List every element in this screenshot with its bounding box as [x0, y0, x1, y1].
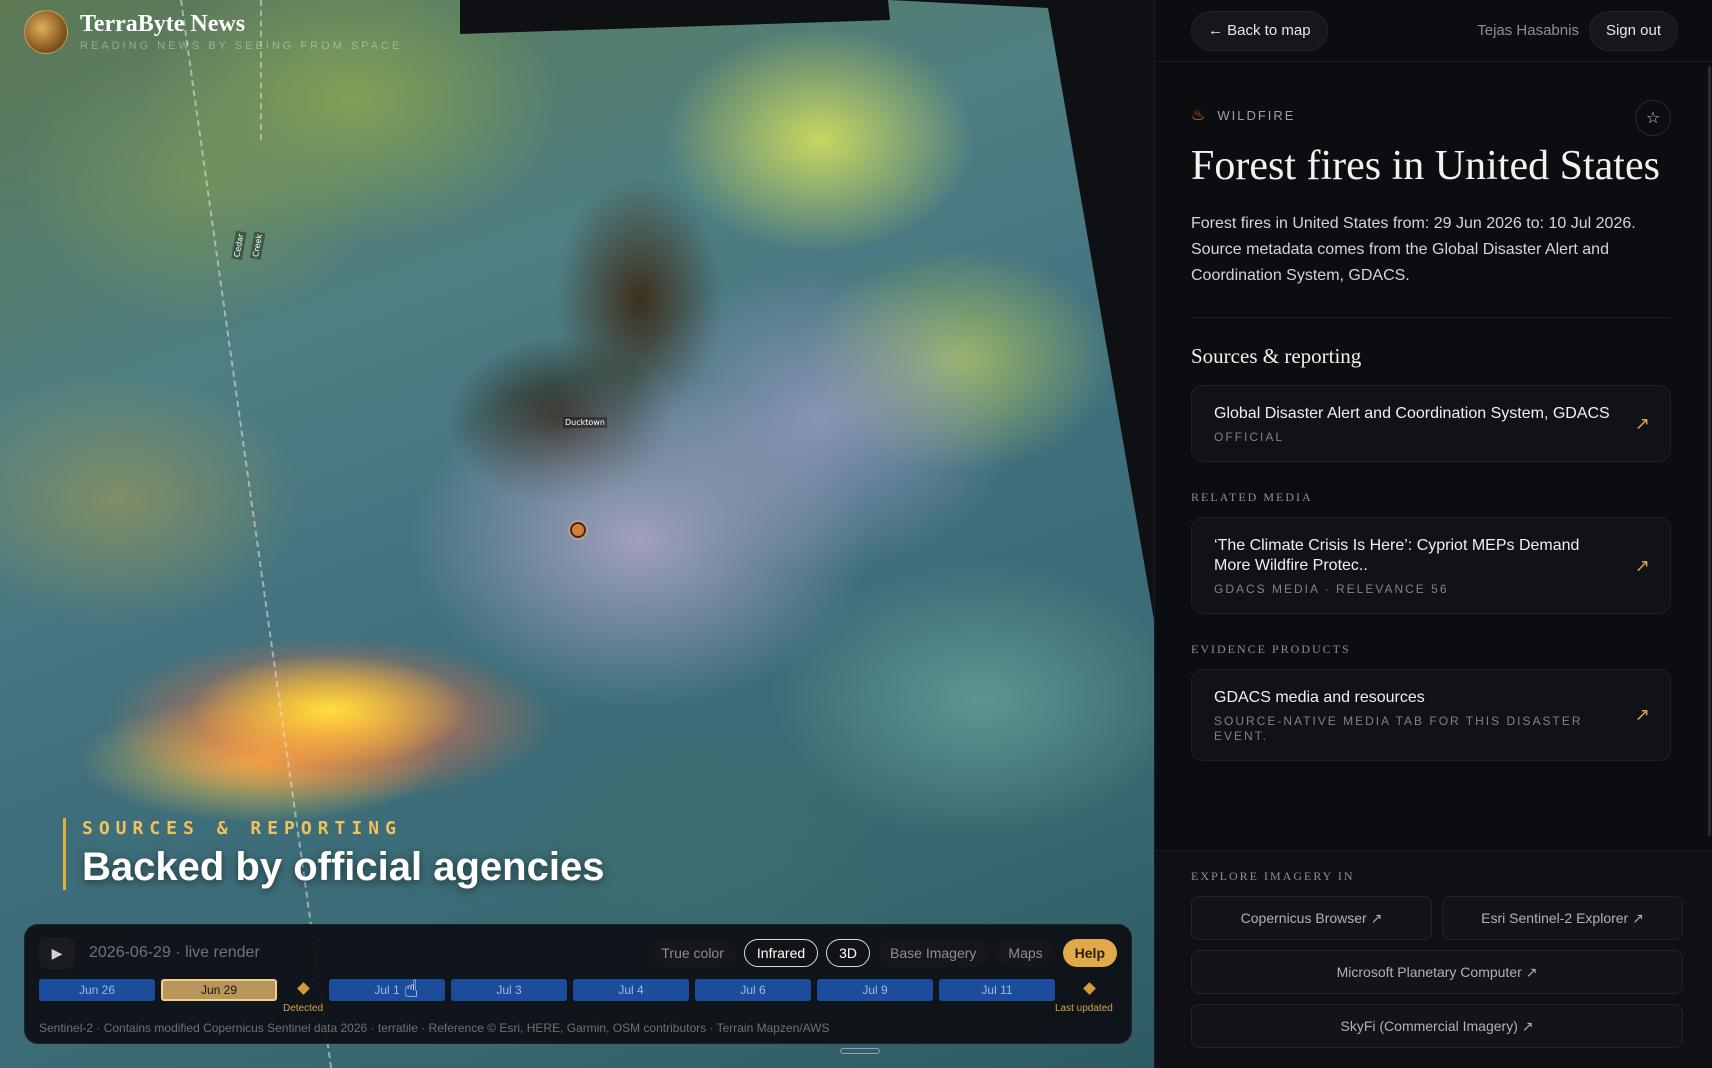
favorite-button[interactable]: ☆ — [1635, 100, 1671, 136]
related-title: ‘The Climate Crisis Is Here’: Cypriot ME… — [1214, 537, 1580, 574]
map-place-label: Ducktown — [563, 417, 607, 428]
evidence-title: GDACS media and resources — [1214, 689, 1425, 706]
back-to-map-button[interactable]: ← Back to map — [1191, 10, 1328, 51]
timeline-date[interactable]: Jun 26 — [39, 979, 155, 1001]
explore-imagery-label: EXPLORE IMAGERY IN — [1191, 869, 1355, 883]
layer-toggles: True color Infrared 3D Base Imagery Maps… — [649, 939, 1117, 967]
related-subtitle: GDACS MEDIA · RELEVANCE 56 — [1214, 582, 1449, 596]
sidebar-topbar: ← Back to map Tejas Hasabnis Sign out — [1155, 0, 1712, 62]
story-headline: Backed by official agencies — [82, 845, 605, 889]
skyfi-link[interactable]: SkyFi (Commercial Imagery) ↗ — [1191, 1004, 1683, 1048]
timeline-date[interactable]: Jul 9 — [817, 979, 933, 1001]
globe-logo-icon — [24, 10, 68, 54]
category-label: WILDFIRE — [1217, 107, 1296, 123]
toggle-base-imagery[interactable]: Base Imagery — [878, 939, 989, 967]
fire-icon: ♨ — [1191, 107, 1208, 124]
hand-cursor-icon: ☝ — [404, 976, 419, 1003]
date-readout: 2026-06-29 · live render — [89, 944, 260, 961]
user-name: Tejas Hasabnis — [1477, 22, 1579, 39]
scroll-handle[interactable] — [840, 1048, 880, 1054]
toggle-maps[interactable]: Maps — [996, 939, 1055, 967]
arrow-up-right-icon: ↗ — [1634, 704, 1650, 725]
sign-out-button[interactable]: Sign out — [1588, 10, 1678, 51]
arrow-up-right-icon: ↗ — [1634, 413, 1650, 433]
imagery-control-panel: ▶ 2026-06-29 · live render True color In… — [24, 924, 1132, 1044]
related-media-card[interactable]: ‘The Climate Crisis Is Here’: Cypriot ME… — [1191, 517, 1671, 614]
last-updated-marker-icon — [1083, 982, 1096, 995]
evidence-card[interactable]: GDACS media and resources SOURCE-NATIVE … — [1191, 669, 1671, 761]
source-card[interactable]: Global Disaster Alert and Coordination S… — [1191, 385, 1671, 462]
evidence-subtitle: SOURCE-NATIVE MEDIA TAB FOR THIS DISASTE… — [1214, 714, 1583, 743]
sidebar-scrollbar[interactable] — [1708, 66, 1711, 836]
brand-title: TerraByte News — [80, 11, 246, 37]
evidence-products-label: EVIDENCE PRODUCTS — [1191, 642, 1351, 656]
timeline-date[interactable]: Jul 4 — [573, 979, 689, 1001]
play-button[interactable]: ▶ — [39, 937, 75, 969]
timeline-date[interactable]: Jul 1 — [329, 979, 445, 1001]
toggle-true-color[interactable]: True color — [649, 939, 736, 967]
map-attribution: Sentinel-2 · Contains modified Copernicu… — [39, 1021, 830, 1035]
date-timeline: Jun 26 Jun 29 Detected Jul 1 Jul 3 Jul 4… — [39, 979, 1117, 1019]
source-title: Global Disaster Alert and Coordination S… — [1214, 405, 1610, 422]
brand-tagline: READING NEWS BY SEEING FROM SPACE — [80, 40, 403, 52]
related-media-label: RELATED MEDIA — [1191, 490, 1313, 504]
event-category: ♨ WILDFIRE — [1191, 100, 1671, 130]
planetary-computer-link[interactable]: Microsoft Planetary Computer ↗ — [1191, 950, 1683, 994]
map-view[interactable]: Cedar Creek Ducktown TerraByte News READ… — [0, 0, 1154, 1068]
toggle-infrared[interactable]: Infrared — [743, 939, 819, 967]
divider — [1191, 317, 1671, 318]
detected-label: Detected — [283, 1003, 324, 1014]
story-overlay: SOURCES & REPORTING Backed by official a… — [63, 818, 604, 890]
event-sidebar: ← Back to map Tejas Hasabnis Sign out ♨ … — [1154, 0, 1712, 1068]
event-details: ♨ WILDFIRE ☆ Forest fires in United Stat… — [1191, 100, 1671, 761]
story-kicker: SOURCES & REPORTING — [82, 818, 402, 839]
timeline-date[interactable]: Jul 6 — [695, 979, 811, 1001]
event-description: Forest fires in United States from: 29 J… — [1191, 215, 1636, 284]
event-title: Forest fires in United States — [1191, 143, 1660, 189]
timeline-date[interactable]: Jul 3 — [451, 979, 567, 1001]
help-button[interactable]: Help — [1062, 939, 1117, 967]
esri-sentinel-explorer-link[interactable]: Esri Sentinel-2 Explorer ↗ — [1442, 896, 1683, 940]
arrow-up-right-icon: ↗ — [1634, 555, 1650, 575]
source-subtitle: OFFICIAL — [1214, 430, 1285, 444]
star-icon: ☆ — [1645, 110, 1661, 127]
play-icon: ▶ — [51, 944, 63, 961]
toggle-3d[interactable]: 3D — [826, 939, 871, 967]
explore-imagery-section: EXPLORE IMAGERY IN Copernicus Browser ↗ … — [1155, 850, 1712, 1068]
copernicus-browser-link[interactable]: Copernicus Browser ↗ — [1191, 896, 1432, 940]
last-updated-label: Last updated — [1055, 1003, 1113, 1014]
event-location-marker[interactable] — [570, 522, 586, 538]
timeline-date[interactable]: Jul 11 — [939, 979, 1055, 1001]
timeline-date-selected[interactable]: Jun 29 — [161, 979, 277, 1001]
sources-heading: Sources & reporting — [1191, 344, 1362, 368]
detected-marker-icon — [297, 982, 310, 995]
brand[interactable]: TerraByte News READING NEWS BY SEEING FR… — [24, 10, 402, 54]
